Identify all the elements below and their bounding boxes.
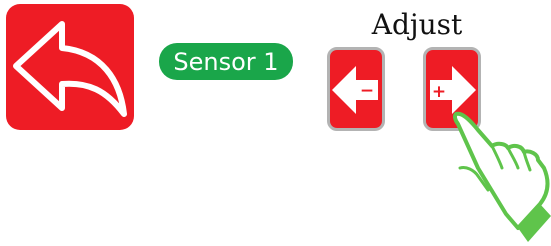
adjust-title: Adjust [371,8,463,41]
plus-sign: + [432,82,446,102]
decrease-button[interactable]: − [327,47,385,131]
undo-arrow-icon [13,21,127,117]
sensor-label-badge: Sensor 1 [159,43,293,80]
minus-sign: − [360,81,374,101]
left-arrow-icon: − [332,66,378,114]
pointing-hand-icon [452,111,551,242]
back-button[interactable] [6,4,134,130]
sensor-label: Sensor 1 [173,47,279,76]
